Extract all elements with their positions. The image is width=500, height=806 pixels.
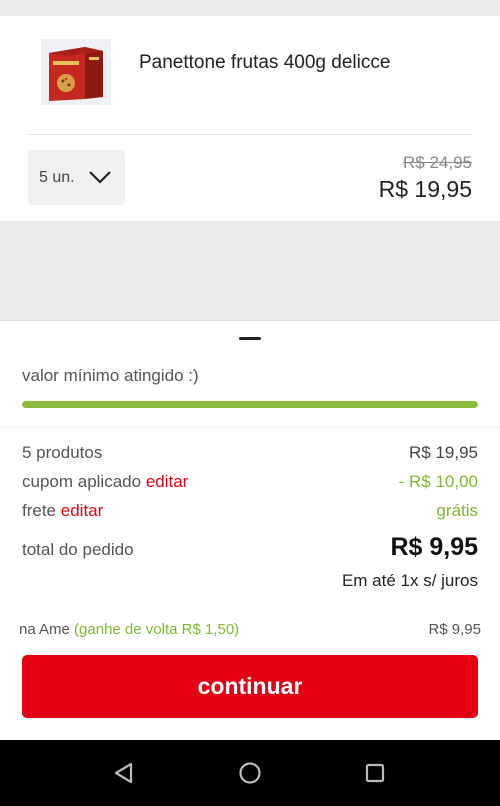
current-price: R$ 19,95 bbox=[378, 176, 472, 202]
continue-button[interactable]: continuar bbox=[22, 655, 478, 718]
shipping-edit-link[interactable]: editar bbox=[61, 501, 104, 520]
shipping-label: frete bbox=[22, 501, 57, 520]
products-label: 5 produtos bbox=[22, 443, 103, 462]
divider bbox=[28, 134, 472, 135]
shipping-row: frete editar grátis bbox=[22, 501, 478, 521]
total-row: total do pedido R$ 9,95 bbox=[22, 533, 478, 562]
ame-label: na Ame bbox=[19, 621, 70, 638]
original-price: R$ 24,95 bbox=[403, 153, 472, 172]
product-name[interactable]: Panettone frutas 400g delicce bbox=[139, 48, 439, 78]
panettone-box-image bbox=[41, 39, 111, 105]
ame-value: R$ 9,95 bbox=[428, 621, 481, 638]
order-summary-sheet: valor mínimo atingido :) 5 produtos R$ 1… bbox=[0, 320, 500, 740]
installments-text: Em até 1x s/ juros bbox=[341, 571, 478, 590]
coupon-row: cupom aplicado editar - R$ 10,00 bbox=[22, 472, 478, 492]
divider bbox=[0, 427, 500, 428]
progress-fill bbox=[22, 401, 478, 408]
home-icon[interactable] bbox=[237, 760, 263, 786]
coupon-label: cupom aplicado bbox=[22, 472, 142, 491]
chevron-down-icon bbox=[89, 171, 111, 184]
total-label: total do pedido bbox=[22, 540, 134, 559]
products-row: 5 produtos R$ 19,95 bbox=[22, 443, 478, 463]
drag-handle[interactable] bbox=[239, 337, 261, 340]
back-icon[interactable] bbox=[111, 760, 137, 786]
recents-icon[interactable] bbox=[362, 760, 388, 786]
products-value: R$ 19,95 bbox=[409, 443, 478, 462]
android-navigation-bar bbox=[0, 740, 500, 806]
ame-cashback-row: na Ame (ganhe de volta R$ 1,50) R$ 9,95 bbox=[19, 621, 481, 638]
cart-item-card: Panettone frutas 400g delicce 5 un. R$ 2… bbox=[0, 16, 500, 221]
ame-cashback-text: (ganhe de volta R$ 1,50) bbox=[74, 621, 240, 638]
min-value-progress-bar bbox=[22, 401, 478, 408]
coupon-discount-value: - R$ 10,00 bbox=[398, 472, 478, 491]
total-value: R$ 9,95 bbox=[390, 533, 478, 561]
shipping-value: grátis bbox=[436, 501, 478, 520]
top-background bbox=[0, 0, 500, 16]
quantity-dropdown[interactable]: 5 un. bbox=[28, 150, 125, 205]
quantity-value: 5 un. bbox=[39, 168, 75, 186]
product-image[interactable] bbox=[41, 39, 111, 105]
min-value-message: valor mínimo atingido :) bbox=[22, 366, 199, 385]
coupon-edit-link[interactable]: editar bbox=[146, 472, 189, 491]
